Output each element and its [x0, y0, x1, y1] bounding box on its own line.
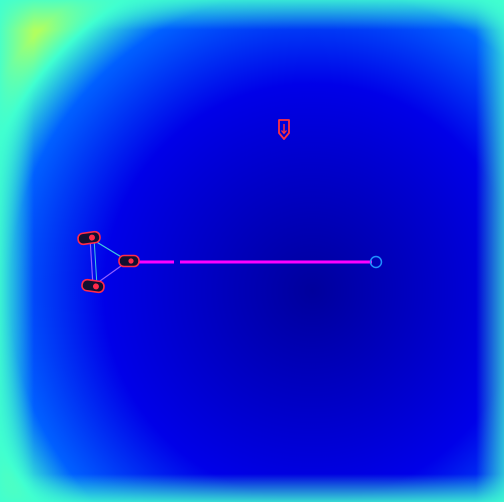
game-viewport: [0, 0, 504, 502]
capsule-agent-icon: [77, 230, 101, 246]
capsule-agent-icon: [118, 254, 140, 268]
arena-edge-top: [0, 0, 504, 30]
capsule-agent-icon: [81, 278, 105, 294]
arena-background: [0, 0, 504, 502]
arena-edge-right: [476, 0, 504, 502]
arena-edge-bottom: [0, 474, 504, 502]
arena-edge-left: [0, 0, 34, 502]
play-field: [0, 0, 504, 502]
